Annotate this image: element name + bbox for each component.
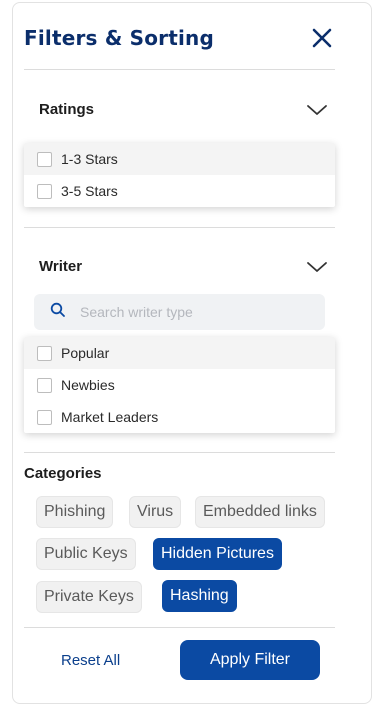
- writer-search[interactable]: [34, 294, 325, 330]
- chip-private-keys[interactable]: Private Keys: [36, 581, 142, 613]
- checkbox[interactable]: [37, 183, 52, 199]
- search-icon: [50, 302, 66, 323]
- writer-label: Writer: [39, 258, 83, 275]
- divider: [24, 69, 335, 70]
- divider: [24, 227, 335, 228]
- panel-title: Filters & Sorting: [24, 26, 215, 50]
- chip-hidden-pictures[interactable]: Hidden Pictures: [153, 538, 282, 570]
- ratings-options: 1-3 Stars 3-5 Stars: [24, 143, 335, 207]
- checkbox[interactable]: [37, 377, 52, 393]
- chevron-down-icon: [306, 103, 328, 117]
- option-label: Newbies: [61, 377, 115, 393]
- option-label: Popular: [61, 345, 110, 361]
- chevron-down-icon: [306, 260, 328, 274]
- chip-embedded-links[interactable]: Embedded links: [195, 496, 325, 528]
- option-market-leaders[interactable]: Market Leaders: [24, 401, 335, 433]
- writer-toggle[interactable]: Writer: [24, 254, 335, 282]
- checkbox[interactable]: [37, 409, 52, 425]
- search-input[interactable]: [80, 304, 300, 320]
- option-label: 3-5 Stars: [61, 183, 118, 199]
- writer-options: Popular Newbies Market Leaders: [24, 337, 335, 433]
- chip-virus[interactable]: Virus: [129, 496, 182, 528]
- option-label: Market Leaders: [61, 409, 159, 425]
- checkbox[interactable]: [37, 345, 52, 361]
- option-popular[interactable]: Popular: [24, 337, 335, 369]
- chip-public-keys[interactable]: Public Keys: [36, 538, 136, 570]
- chip-phishing[interactable]: Phishing: [36, 496, 114, 528]
- ratings-toggle[interactable]: Ratings: [24, 97, 335, 125]
- option-3-5-stars[interactable]: 3-5 Stars: [24, 175, 335, 207]
- categories-label: Categories: [24, 465, 102, 482]
- divider: [24, 627, 335, 628]
- reset-all-button[interactable]: Reset All: [61, 652, 120, 669]
- close-icon[interactable]: [310, 26, 334, 50]
- divider: [24, 452, 335, 453]
- ratings-label: Ratings: [39, 101, 95, 118]
- checkbox[interactable]: [37, 151, 52, 167]
- panel-header: Filters & Sorting: [24, 24, 336, 56]
- apply-filter-button[interactable]: Apply Filter: [180, 640, 320, 680]
- option-newbies[interactable]: Newbies: [24, 369, 335, 401]
- chip-hashing[interactable]: Hashing: [162, 580, 237, 612]
- option-1-3-stars[interactable]: 1-3 Stars: [24, 143, 335, 175]
- option-label: 1-3 Stars: [61, 151, 118, 167]
